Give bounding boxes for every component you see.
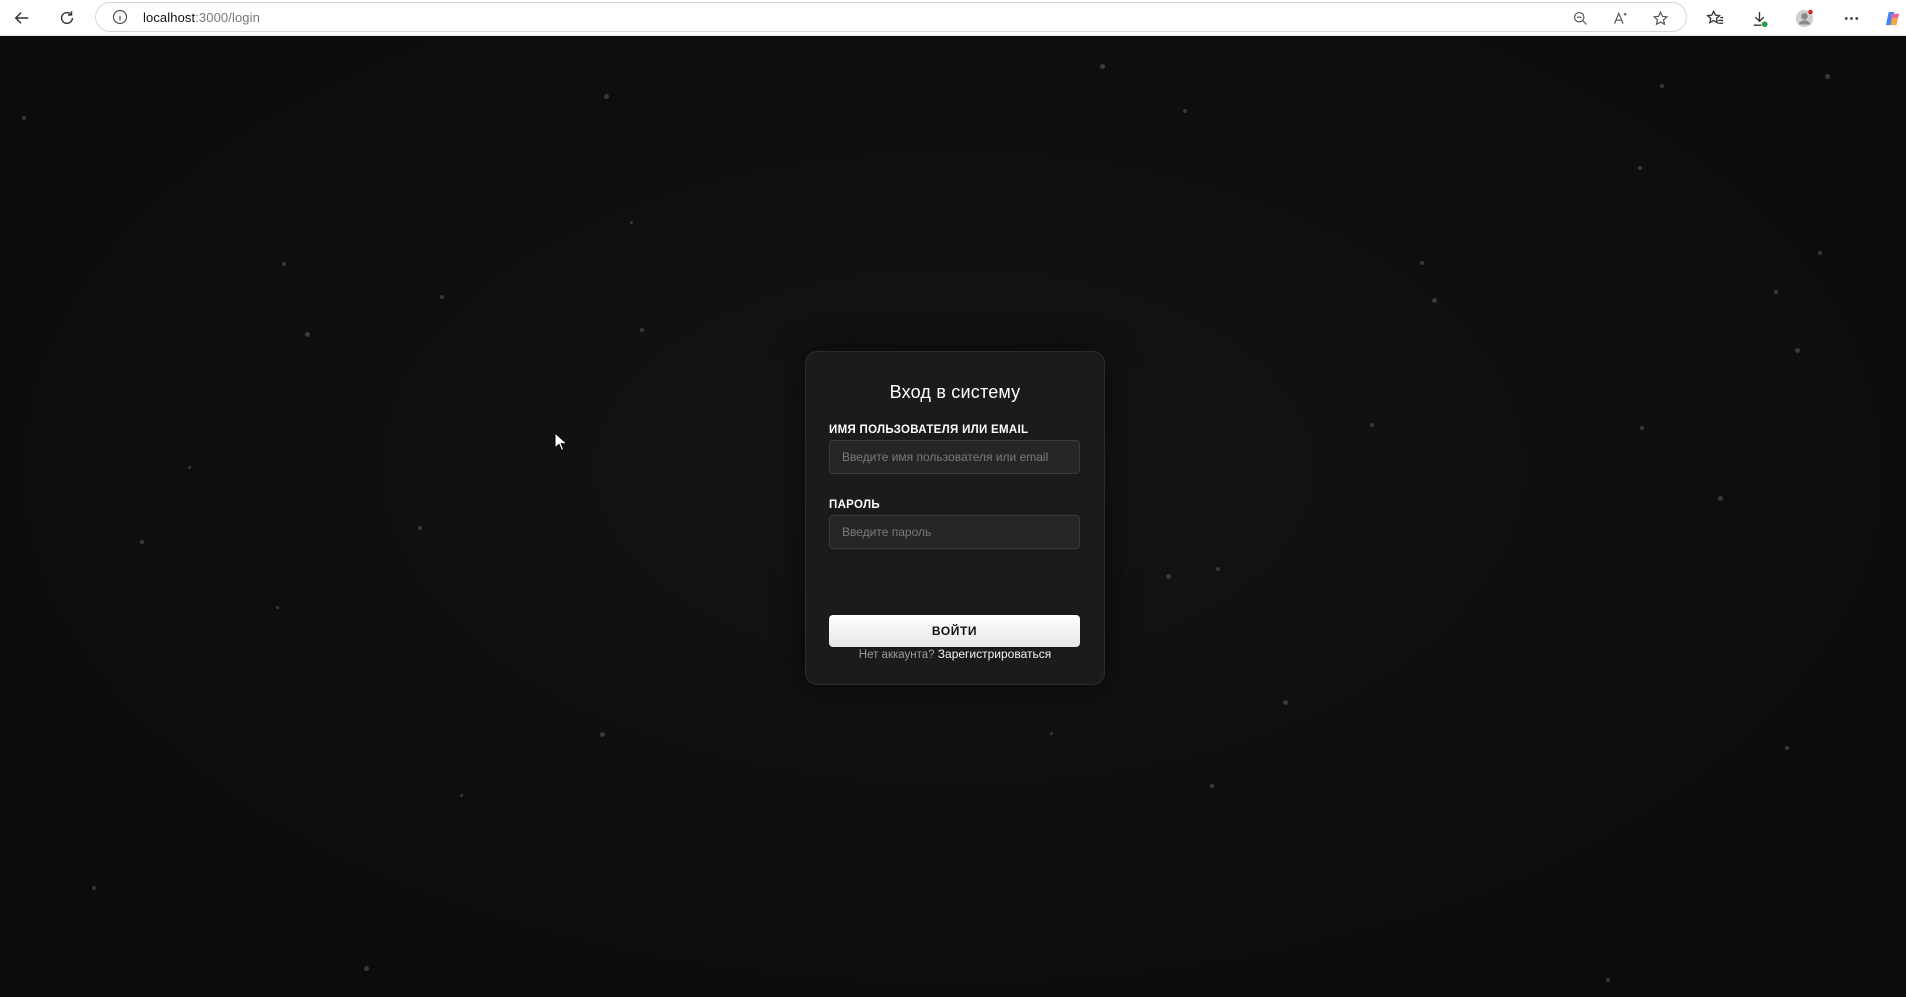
background-particle <box>92 886 96 890</box>
more-icon <box>1844 16 1858 20</box>
background-particle <box>1606 978 1610 982</box>
background-particle <box>1795 348 1800 353</box>
background-particle <box>600 732 605 737</box>
login-button[interactable]: ВОЙТИ <box>829 615 1080 647</box>
background-particle <box>1718 496 1723 501</box>
background-particle <box>140 540 144 544</box>
background-particle <box>276 606 279 609</box>
background-particle <box>1216 567 1220 571</box>
page-title: Вход в систему <box>889 382 1021 402</box>
background-particle <box>1825 74 1830 79</box>
no-account-text: Нет аккаунта? <box>858 649 935 661</box>
background-particle <box>1050 732 1053 735</box>
register-prompt: Нет аккаунта? Зарегистрироваться <box>806 647 1104 661</box>
password-input[interactable] <box>829 515 1080 549</box>
username-input[interactable] <box>829 440 1080 474</box>
background-particle <box>630 221 633 224</box>
info-icon[interactable] <box>112 9 128 25</box>
login-card: Вход в систему ИМЯ ПОЛЬЗОВАТЕЛЯ ИЛИ EMAI… <box>805 351 1105 685</box>
mouse-cursor-icon <box>554 432 568 452</box>
background-particle <box>305 332 310 337</box>
background-particle <box>460 794 463 797</box>
background-particle <box>418 526 422 530</box>
background-particle <box>282 262 286 266</box>
background-particle <box>1640 426 1644 430</box>
favorites-icon <box>1705 9 1723 24</box>
background-particle <box>1370 423 1374 427</box>
background-particle <box>188 466 191 469</box>
url-path: :3000/login <box>195 10 260 25</box>
read-aloud-icon <box>1613 11 1626 24</box>
background-particle <box>1432 298 1437 303</box>
background-particle <box>1660 84 1664 88</box>
background-particle <box>1283 700 1288 705</box>
profile-button[interactable] <box>1791 5 1817 31</box>
refresh-icon <box>60 11 74 25</box>
background-particle <box>1774 290 1778 294</box>
background-particle <box>1210 784 1214 788</box>
zoom-out-icon <box>1573 11 1587 25</box>
background-particle <box>640 328 644 332</box>
background-particle <box>440 295 444 299</box>
downloads-button[interactable] <box>1746 5 1772 31</box>
url-text[interactable]: localhost:3000/login <box>143 10 260 25</box>
page-background: Вход в систему ИМЯ ПОЛЬЗОВАТЕЛЯ ИЛИ EMAI… <box>0 36 1906 997</box>
background-particle <box>1100 64 1105 69</box>
refresh-button[interactable] <box>53 4 81 32</box>
copilot-icon <box>1885 11 1899 25</box>
background-particle <box>1638 166 1642 170</box>
background-particle <box>1183 109 1187 113</box>
username-label: ИМЯ ПОЛЬЗОВАТЕЛЯ ИЛИ EMAIL <box>829 424 1029 436</box>
background-particle <box>364 966 369 971</box>
avatar-icon <box>1795 9 1813 27</box>
background-particle <box>22 116 26 120</box>
copilot-button[interactable] <box>1880 5 1904 31</box>
settings-more-button[interactable] <box>1838 5 1864 31</box>
favorites-button[interactable] <box>1702 5 1728 31</box>
address-bar[interactable]: localhost:3000/login <box>95 2 1687 32</box>
background-particle <box>1420 261 1424 265</box>
url-host: localhost <box>143 10 196 25</box>
star-icon <box>1652 10 1668 25</box>
browser-toolbar: localhost:3000/login <box>0 0 1906 36</box>
read-aloud-button[interactable] <box>1610 8 1630 28</box>
background-particle <box>1818 251 1822 255</box>
register-link[interactable]: Зарегистрироваться <box>938 647 1051 661</box>
background-particle <box>1166 574 1171 579</box>
favorite-button[interactable] <box>1650 8 1670 28</box>
background-particle <box>1785 746 1789 750</box>
back-button[interactable] <box>8 4 36 32</box>
zoom-out-button[interactable] <box>1570 8 1590 28</box>
background-particle <box>604 94 609 99</box>
password-label: ПАРОЛЬ <box>829 499 880 511</box>
arrow-left-icon <box>14 12 29 24</box>
download-icon <box>1753 11 1768 27</box>
